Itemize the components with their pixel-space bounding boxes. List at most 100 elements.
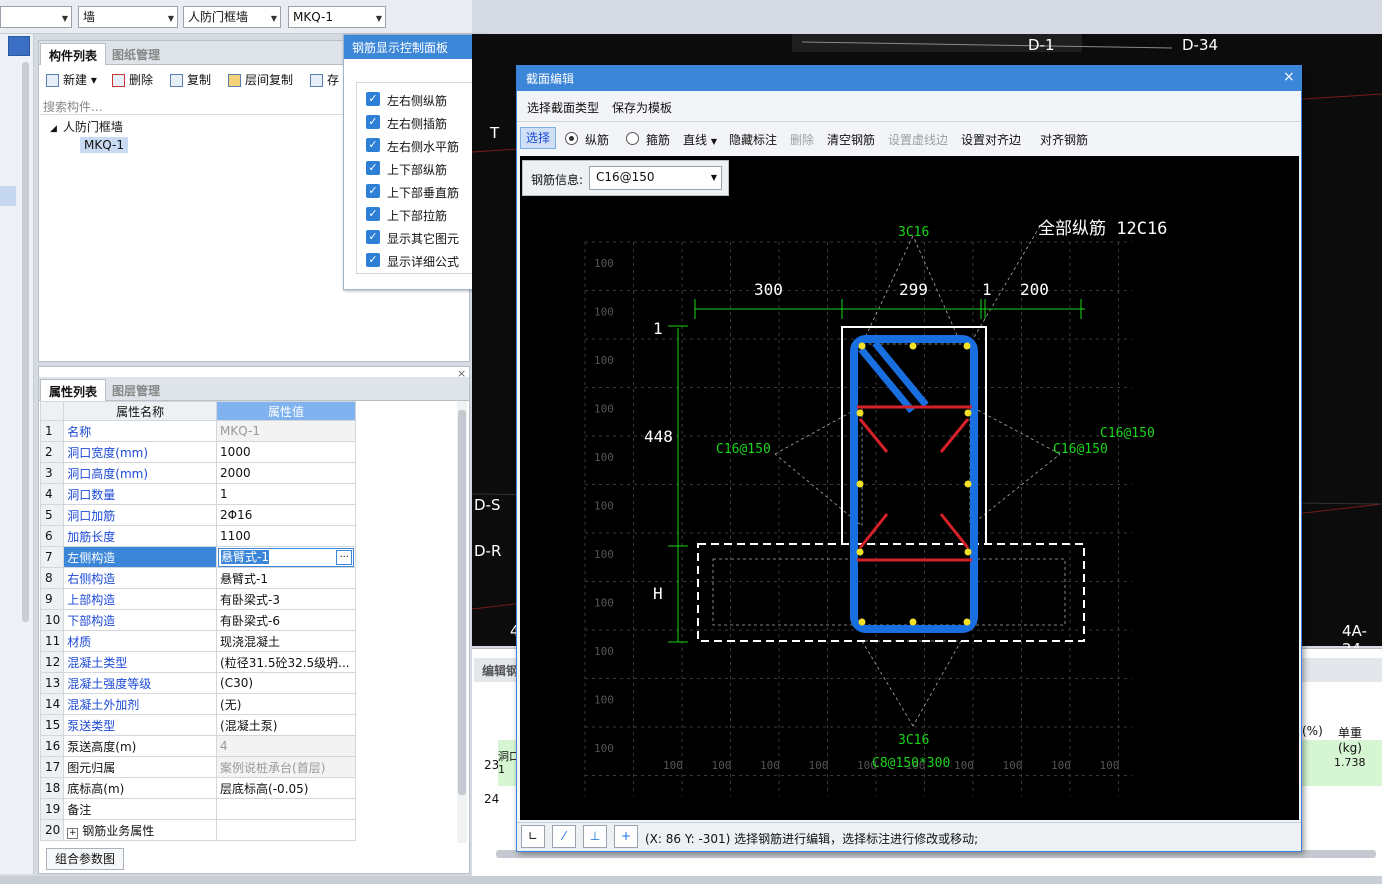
clear-bars-button[interactable]: 清空钢筋 [827,132,875,148]
tab-drawing-manage[interactable]: 图纸管理 [104,43,168,65]
tree-item-mkq1[interactable]: MKQ-1 [80,137,128,153]
prop-value[interactable]: 1000 [216,441,356,463]
prop-row[interactable]: 4 洞口数量 1 [39,483,356,505]
menu-select-section-type[interactable]: 选择截面类型 [527,99,599,116]
prop-value[interactable]: 1 [216,483,356,505]
prop-row[interactable]: 5 洞口加筋 2Φ16 [39,504,356,526]
label-right-dist-b[interactable]: C16@150 [1053,442,1108,457]
prop-value[interactable]: 悬臂式-1 ··· [216,546,356,568]
dim-left-1[interactable]: 1 [653,319,663,338]
prop-row[interactable]: 8 右侧构造 悬臂式-1 [39,567,356,589]
prop-value[interactable]: (粒径31.5砼32.5级坍... [216,651,356,673]
floor-copy-button[interactable]: 层间复制 [228,70,293,90]
prop-row[interactable]: 1 名称 MKQ-1 [39,420,356,442]
prop-row[interactable]: 16 泵送高度(m) 4 [39,735,356,757]
radio-stirrup[interactable] [626,132,639,145]
dim-300[interactable]: 300 [754,280,783,299]
prop-value[interactable]: 2Φ16 [216,504,356,526]
prop-value-editor[interactable]: 悬臂式-1 ··· [218,547,354,567]
prop-row[interactable]: 13 混凝土强度等级 (C30) [39,672,356,694]
combo-param-button[interactable]: 组合参数图 [46,848,124,870]
selector-floor[interactable]: ▼ [0,6,72,28]
prop-value[interactable]: (混凝土泵) [216,714,356,736]
prop-row[interactable]: 14 混凝土外加剂 (无) [39,693,356,715]
label-stirrup[interactable]: C8@150*300 [872,756,950,771]
ellipsis-button[interactable]: ··· [336,549,352,565]
prop-row[interactable]: 7 左侧构造 悬臂式-1 ··· [39,546,356,568]
rail-scrollbar[interactable] [22,62,29,622]
prop-value[interactable]: 现浇混凝土 [216,630,356,652]
prop-row[interactable]: 9 上部构造 有卧梁式-3 [39,588,356,610]
copy-button[interactable]: 复制 [170,70,211,90]
tab-edit-rebar[interactable]: 编辑钢 [482,662,518,679]
prop-row[interactable]: 18 底标高(m) 层底标高(-0.05) [39,777,356,799]
snap-corner-button[interactable]: ∟ [521,825,545,848]
tab-layer-manage[interactable]: 图层管理 [104,379,168,401]
label-right-dist-a[interactable]: C16@150 [1100,426,1155,441]
checkbox-show-formula[interactable]: ✓ [366,253,380,267]
props-scroll-thumb[interactable] [458,410,466,795]
hide-dim-button[interactable]: 隐藏标注 [729,132,777,148]
tab-component-list[interactable]: 构件列表 [40,43,107,65]
tab-props-list[interactable]: 属性列表 [40,379,107,401]
label-bottom-bar[interactable]: 3C16 [898,733,929,748]
select-tool-button[interactable]: 选择 [520,127,556,149]
prop-value[interactable]: 案例说桩承台(首层) [216,756,356,778]
label-total[interactable]: 全部纵筋 12C16 [1038,219,1167,239]
prop-row[interactable]: 3 洞口高度(mm) 2000 [39,462,356,484]
align-bars-button[interactable]: 对齐钢筋 [1040,132,1088,148]
prop-row[interactable]: 2 洞口宽度(mm) 1000 [39,441,356,463]
expand-icon[interactable]: + [67,827,79,839]
checkbox-lr-long[interactable]: ✓ [366,92,380,106]
dim-448[interactable]: 448 [644,427,673,446]
snap-diagonal-button[interactable]: ⁄ [552,825,576,848]
set-align-edge-button[interactable]: 设置对齐边 [961,132,1021,148]
selector-component[interactable]: MKQ-1 ▼ [288,6,386,28]
prop-value[interactable]: 1100 [216,525,356,547]
selector-type[interactable]: 人防门框墙 ▼ [183,6,281,28]
prop-row[interactable]: 15 泵送类型 (混凝土泵) [39,714,356,736]
set-dashed-edge-button[interactable]: 设置虚线边 [888,132,948,148]
menu-save-template[interactable]: 保存为模板 [612,99,672,116]
line-tool-dropdown[interactable]: 直线 ▼ [683,132,717,150]
checkbox-show-other[interactable]: ✓ [366,230,380,244]
checkbox-lr-dowel[interactable]: ✓ [366,115,380,129]
prop-value[interactable]: 有卧梁式-6 [216,609,356,631]
prop-row[interactable]: 12 混凝土类型 (粒径31.5砼32.5级坍... [39,651,356,673]
prop-value[interactable]: 4 [216,735,356,757]
prop-row[interactable]: 19 备注 [39,798,356,820]
prop-value[interactable]: 悬臂式-1 [216,567,356,589]
prop-row[interactable]: 20 + 钢筋业务属性 [39,819,356,841]
prop-row[interactable]: 10 下部构造 有卧梁式-6 [39,609,356,631]
prop-value[interactable]: (C30) [216,672,356,694]
prop-value[interactable]: MKQ-1 [216,420,356,442]
rail-button[interactable] [8,36,30,56]
dim-200[interactable]: 200 [1020,280,1049,299]
prop-value[interactable]: (无) [216,693,356,715]
rebar-info-select[interactable]: C16@150 ▼ [589,166,722,190]
label-left-dist[interactable]: C16@150 [716,442,771,457]
checkbox-lr-horizontal[interactable]: ✓ [366,138,380,152]
new-button[interactable]: 新建 ▾ [46,70,97,90]
dim-h[interactable]: H [653,584,663,603]
radio-long-bar[interactable] [565,132,578,145]
prop-value[interactable] [216,819,356,841]
tree-root[interactable]: ◢ 人防门框墙 [50,118,123,135]
prop-row[interactable]: 6 加筋长度 1100 [39,525,356,547]
tree-expand-icon[interactable]: ◢ [50,124,57,134]
prop-value[interactable]: 2000 [216,462,356,484]
dim-299[interactable]: 299 [899,280,928,299]
prop-value[interactable]: 有卧梁式-3 [216,588,356,610]
save-button[interactable]: 存 [310,70,339,90]
prop-row[interactable]: 17 图元归属 案例说桩承台(首层) [39,756,356,778]
snap-perpendicular-button[interactable]: ⊥ [583,825,607,848]
dialog-close-icon[interactable]: × [1283,69,1295,85]
selector-category[interactable]: 墙 ▼ [78,6,178,28]
section-canvas[interactable]: 100 100 100 100 100 100 100 100 100 100 100 100 100 1… [520,156,1299,820]
dim-1[interactable]: 1 [982,280,992,299]
delete-button[interactable]: 删除 [112,70,153,90]
prop-value[interactable]: 层底标高(-0.05) [216,777,356,799]
checkbox-tb-long[interactable]: ✓ [366,161,380,175]
prop-value[interactable] [216,798,356,820]
prop-row[interactable]: 11 材质 现浇混凝土 [39,630,356,652]
